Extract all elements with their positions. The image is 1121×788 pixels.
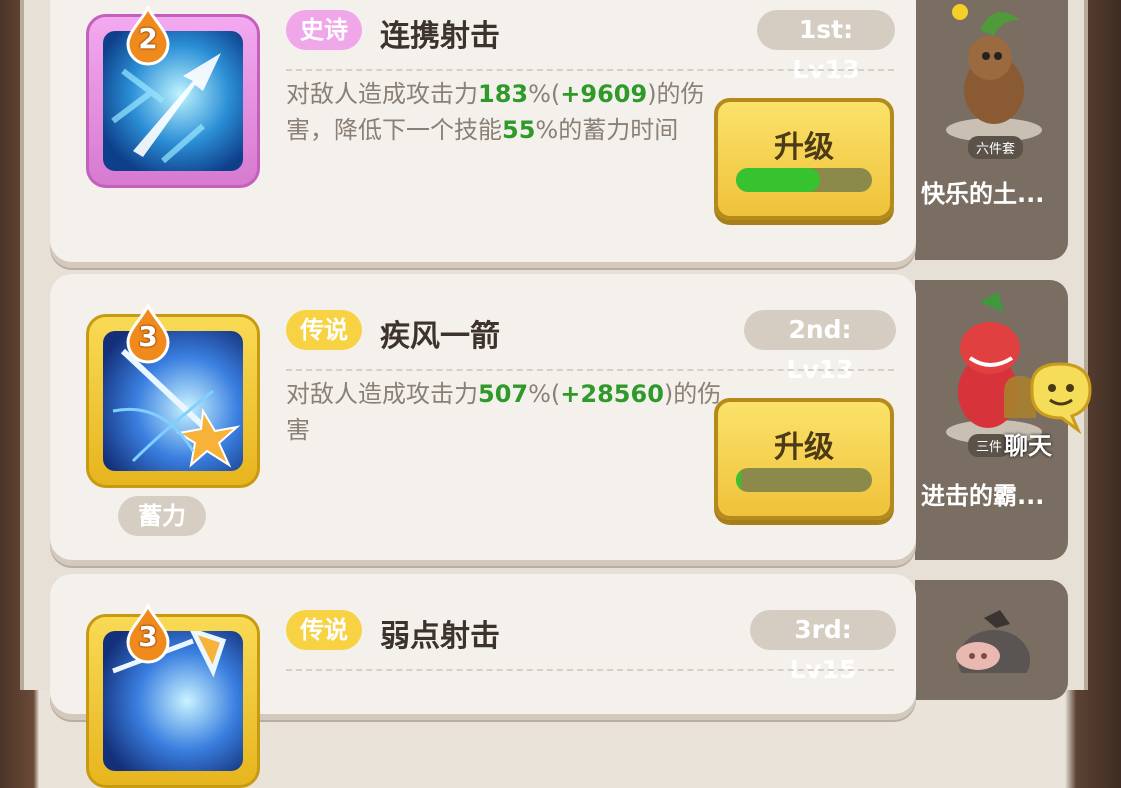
skill-description: 对敌人造成攻击力507%(+28560)的伤害	[286, 380, 722, 444]
skill-description: 对敌人造成攻击力183%(+9609)的伤害，降低下一个技能55%的蓄力时间	[286, 80, 705, 144]
rarity-tag: 传说	[286, 610, 362, 650]
skill-card-2[interactable]: 3 蓄力 传说 疾风一箭 2nd: Lv13 对敌人造成攻击力507%(+285…	[50, 274, 916, 560]
rank-badge: 2nd: Lv13	[744, 310, 896, 384]
upgrade-label: 升级	[774, 130, 834, 165]
set-name: 进击的霸...	[921, 482, 1045, 510]
skill-icon-frame[interactable]	[86, 614, 260, 788]
progress-fill	[736, 168, 821, 192]
skill-icon-frame[interactable]	[86, 14, 260, 188]
dashed-divider	[286, 69, 894, 71]
set-name: 快乐的土...	[921, 180, 1045, 208]
rarity-tag: 传说	[286, 310, 362, 350]
charge-tag: 蓄力	[118, 496, 206, 536]
skill-name: 弱点射击	[380, 619, 500, 654]
upgrade-button[interactable]: 升级	[714, 98, 894, 220]
upgrade-label: 升级	[774, 430, 834, 465]
dashed-divider	[286, 669, 894, 671]
progress-fill	[736, 468, 742, 492]
chat-label: 聊天	[1004, 432, 1052, 460]
upgrade-button[interactable]: 升级	[714, 398, 894, 520]
dashed-divider	[286, 369, 894, 371]
slot-number-badge: 3	[124, 602, 172, 664]
skill-card-1[interactable]: 2 史诗 连携射击 1st: Lv13 对敌人造成攻击力183%(+9609)的…	[50, 0, 916, 262]
chat-face-icon	[1004, 362, 1092, 435]
set-mascot-image	[940, 0, 1048, 142]
skill-icon-frame[interactable]	[86, 314, 260, 488]
upgrade-progress-bar	[736, 468, 872, 492]
rarity-tag: 史诗	[286, 10, 362, 50]
rank-badge: 1st: Lv13	[757, 10, 895, 84]
slot-number-badge: 2	[124, 4, 172, 66]
set-mascot-image	[944, 610, 1044, 690]
slot-number-badge: 3	[124, 302, 172, 364]
skill-name: 疾风一箭	[380, 319, 500, 354]
chat-button[interactable]: 聊天	[998, 362, 1102, 460]
rank-badge: 3rd: Lv15	[750, 610, 896, 684]
skill-name: 连携射击	[380, 19, 500, 54]
skill-card-3[interactable]: 3 传说 弱点射击 3rd: Lv15	[50, 574, 916, 788]
set-count-badge: 六件套	[968, 136, 1024, 159]
upgrade-progress-bar	[736, 168, 872, 192]
